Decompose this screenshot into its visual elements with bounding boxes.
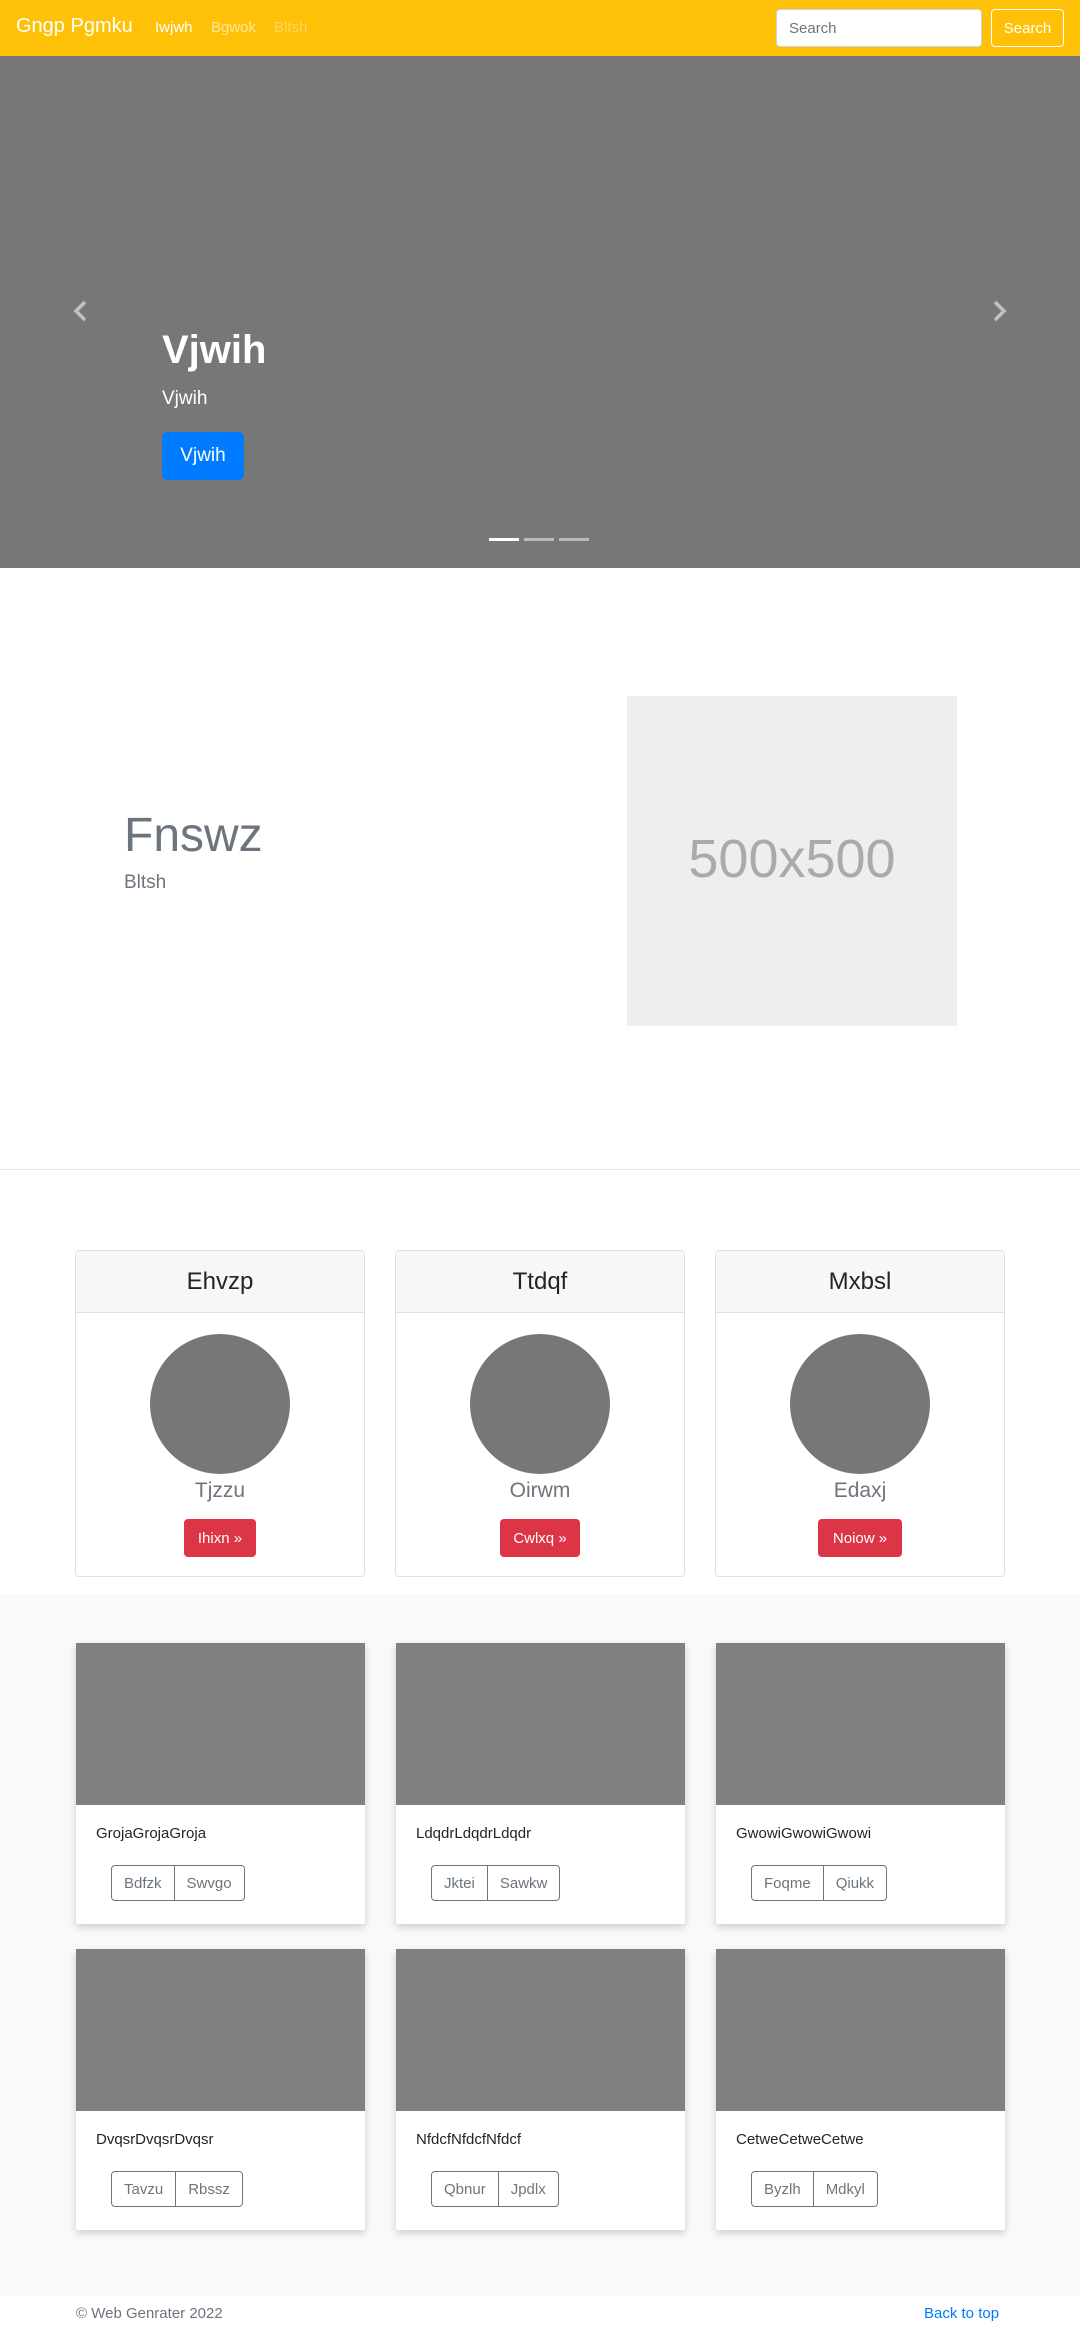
- gallery-card: GwowiGwowiGwowi Foqme Qiukk: [716, 1643, 1005, 1924]
- navbar-brand[interactable]: Gngp Pgmku: [16, 15, 133, 38]
- gallery-card-button-group: Bdfzk Swvgo: [111, 1865, 245, 1901]
- chevron-right-icon[interactable]: [984, 296, 1014, 326]
- profile-card-name: Oirwm: [509, 1479, 571, 1502]
- gallery-card-text: CetweCetweCetwe: [736, 2131, 864, 2148]
- nav-link-1[interactable]: Iwjwh: [155, 19, 193, 36]
- gallery-card-button-2[interactable]: Rbssz: [176, 2171, 243, 2207]
- profile-card-title: Ttdqf: [396, 1251, 684, 1313]
- carousel-indicator-2[interactable]: [524, 538, 554, 541]
- section-divider: [0, 1169, 1080, 1170]
- carousel-indicators: [489, 538, 593, 542]
- gallery-card-button-group: Jktei Sawkw: [431, 1865, 561, 1901]
- feature-image-placeholder: 500x500: [627, 696, 957, 1026]
- carousel-indicator-3[interactable]: [559, 538, 589, 541]
- gallery-card: DvqsrDvqsrDvqsr Tavzu Rbssz: [76, 1949, 365, 2230]
- carousel-title: Vjwih: [162, 328, 267, 372]
- gallery-card-image: [76, 1949, 365, 2111]
- gallery-card-text: DvqsrDvqsrDvqsr: [96, 2131, 214, 2148]
- gallery-card-image: [396, 1643, 685, 1805]
- carousel-cta-button[interactable]: Vjwih: [162, 432, 244, 480]
- gallery-card-button-1[interactable]: Qbnur: [431, 2171, 499, 2207]
- gallery-card: LdqdrLdqdrLdqdr Jktei Sawkw: [396, 1643, 685, 1924]
- gallery-card-button-1[interactable]: Bdfzk: [111, 1865, 175, 1901]
- avatar: [790, 1334, 930, 1474]
- profile-card: Ttdqf Oirwm Cwlxq »: [395, 1250, 685, 1577]
- profile-card-name: Edaxj: [833, 1479, 887, 1502]
- gallery-card-text: NfdcfNfdcfNfdcf: [416, 2131, 522, 2148]
- profile-card-button[interactable]: Cwlxq »: [500, 1519, 580, 1557]
- gallery-card-button-1[interactable]: Foqme: [751, 1865, 824, 1901]
- gallery-card-text: LdqdrLdqdrLdqdr: [416, 1825, 532, 1842]
- gallery-card-button-group: Foqme Qiukk: [751, 1865, 888, 1901]
- gallery-card-button-2[interactable]: Sawkw: [487, 1865, 561, 1901]
- carousel-subtitle: Vjwih: [162, 388, 208, 409]
- gallery-card-button-1[interactable]: Byzlh: [751, 2171, 814, 2207]
- avatar: [470, 1334, 610, 1474]
- nav-link-3-disabled: Bltsh: [274, 19, 308, 36]
- gallery-card: CetweCetweCetwe Byzlh Mdkyl: [716, 1949, 1005, 2230]
- feature-title: Fnswz: [124, 809, 263, 862]
- gallery-card-button-group: Byzlh Mdkyl: [751, 2171, 878, 2207]
- profile-card: Mxbsl Edaxj Noiow »: [715, 1250, 1005, 1577]
- gallery-card-button-2[interactable]: Jpdlx: [498, 2171, 559, 2207]
- gallery-card: NfdcfNfdcfNfdcf Qbnur Jpdlx: [396, 1949, 685, 2230]
- carousel-indicator-1[interactable]: [489, 538, 519, 541]
- gallery-card-image: [396, 1949, 685, 2111]
- gallery-card-button-group: Qbnur Jpdlx: [431, 2171, 559, 2207]
- gallery-card-image: [716, 1949, 1005, 2111]
- gallery-card-text: GwowiGwowiGwowi: [736, 1825, 872, 1842]
- gallery-card-button-2[interactable]: Swvgo: [174, 1865, 245, 1901]
- gallery-card-image: [716, 1643, 1005, 1805]
- feature-subtitle: Bltsh: [124, 872, 167, 893]
- profile-card: Ehvzp Tjzzu Ihixn »: [75, 1250, 365, 1577]
- gallery-card-button-1[interactable]: Jktei: [431, 1865, 488, 1901]
- profile-card-button[interactable]: Ihixn »: [184, 1519, 256, 1557]
- gallery-card-button-2[interactable]: Mdkyl: [813, 2171, 878, 2207]
- hero-carousel: Vjwih Vjwih Vjwih: [0, 56, 1080, 568]
- placeholder-label: 500x500: [688, 829, 896, 889]
- gallery-card-button-group: Tavzu Rbssz: [111, 2171, 243, 2207]
- profile-card-title: Mxbsl: [716, 1251, 1004, 1313]
- gallery-card-text: GrojaGrojaGroja: [96, 1825, 207, 1842]
- navbar: Gngp Pgmku Iwjwh Bgwok Bltsh Search: [0, 0, 1080, 56]
- search-input[interactable]: [776, 9, 982, 47]
- footer-copyright: © Web Genrater 2022: [76, 2305, 223, 2322]
- back-to-top-link[interactable]: Back to top: [924, 2305, 999, 2322]
- profile-card-button[interactable]: Noiow »: [818, 1519, 902, 1557]
- nav-link-2[interactable]: Bgwok: [211, 19, 256, 36]
- gallery-card: GrojaGrojaGroja Bdfzk Swvgo: [76, 1643, 365, 1924]
- gallery-card-image: [76, 1643, 365, 1805]
- gallery-card-button-1[interactable]: Tavzu: [111, 2171, 177, 2207]
- profile-card-name: Tjzzu: [194, 1479, 246, 1502]
- profile-card-title: Ehvzp: [76, 1251, 364, 1313]
- gallery-card-button-2[interactable]: Qiukk: [823, 1865, 888, 1901]
- search-button[interactable]: Search: [991, 9, 1064, 47]
- avatar: [150, 1334, 290, 1474]
- chevron-left-icon[interactable]: [66, 296, 96, 326]
